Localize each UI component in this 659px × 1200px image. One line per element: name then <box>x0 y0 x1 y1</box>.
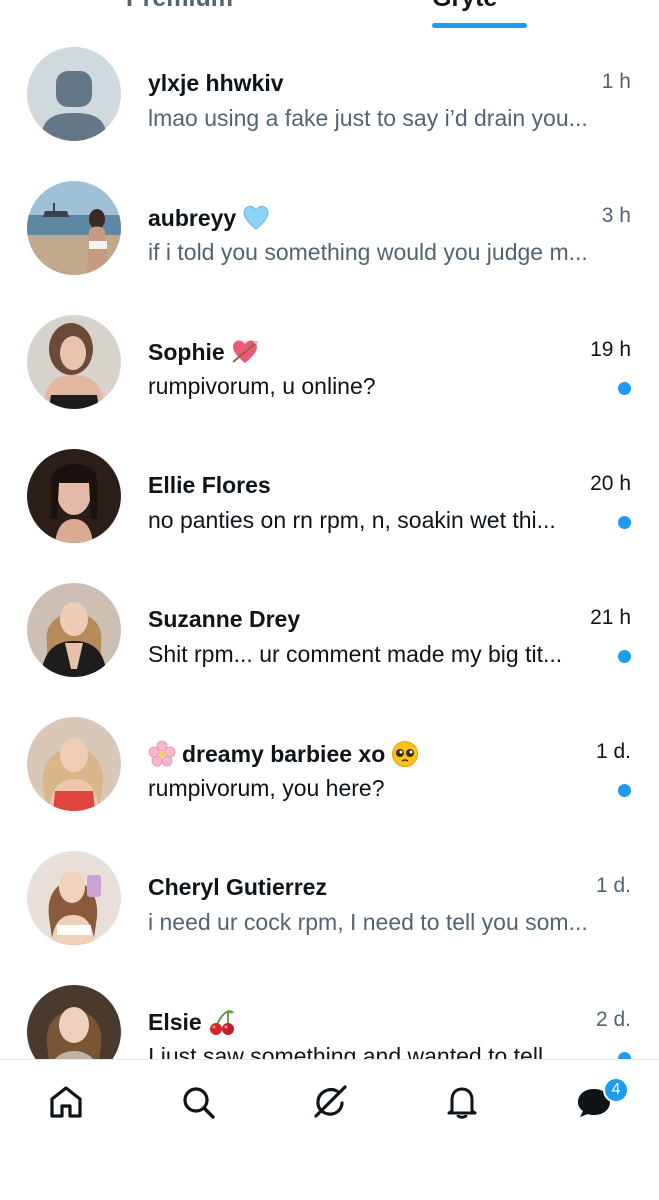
conversation-time: 1 h <box>601 70 631 93</box>
name-text: Elsie <box>148 1008 202 1035</box>
conversation-preview: Shit rpm... ur comment made my big tit..… <box>148 641 563 667</box>
name-text: ylxje hhwkiv <box>148 70 284 96</box>
conversation-name: aubreyy <box>148 204 270 232</box>
conversation-name: Sophie <box>148 338 259 366</box>
avatar[interactable] <box>27 315 121 409</box>
heart-with-arrow-icon <box>232 340 258 363</box>
tab-premium[interactable]: Premium <box>126 0 233 13</box>
name-text: Sophie <box>148 338 225 365</box>
name-text: aubreyy <box>148 204 237 231</box>
conversation-preview: lmao using a fake just to say i’d drain … <box>148 105 588 131</box>
conversation-name: Elsie <box>148 1008 236 1036</box>
conversation-name: Suzanne Drey <box>148 606 300 633</box>
conversation-name: ylxje hhwkiv <box>148 70 284 97</box>
unread-dot <box>618 784 631 797</box>
blue-heart-icon <box>243 205 269 230</box>
name-text: Suzanne Drey <box>148 606 301 632</box>
conversation-time: 1 d. <box>595 740 631 763</box>
pleading-face-icon <box>392 741 419 767</box>
grok-icon[interactable] <box>310 1082 350 1122</box>
avatar[interactable] <box>27 449 121 543</box>
messages-badge: 4 <box>603 1077 629 1103</box>
unread-dot <box>618 382 631 395</box>
top-tabs: Premium Gryte <box>0 0 659 30</box>
conversation-preview: rumpivorum, u online? <box>148 373 376 399</box>
avatar[interactable] <box>27 47 121 141</box>
avatar[interactable] <box>27 851 121 945</box>
conversation-preview: i need ur cock rpm, I need to tell you s… <box>148 909 588 935</box>
conversation-preview: rumpivorum, you here? <box>148 775 385 801</box>
tab-gryte[interactable]: Gryte <box>432 0 497 13</box>
unread-dot <box>618 516 631 529</box>
avatar[interactable] <box>27 583 121 677</box>
home-icon[interactable] <box>46 1082 86 1122</box>
avatar[interactable] <box>27 717 121 811</box>
conversation-preview: no panties on rn rpm, n, soakin wet thi.… <box>148 507 556 533</box>
name-text: dreamy barbiee xo <box>182 740 386 767</box>
conversation-time: 20 h <box>590 472 631 495</box>
conversation-time: 1 d. <box>595 874 631 897</box>
conversation-time: 21 h <box>590 606 631 629</box>
conversation-time: 3 h <box>601 204 631 227</box>
name-text: Ellie Flores <box>148 472 271 498</box>
conversation-name: dreamy barbiee xo <box>148 740 419 768</box>
notifications-icon[interactable] <box>442 1082 482 1122</box>
conversation-name: Ellie Flores <box>148 472 271 499</box>
conversation-name: Cheryl Gutierrez <box>148 874 327 901</box>
avatar[interactable] <box>27 181 121 275</box>
active-tab-indicator <box>432 23 527 28</box>
conversation-time: 2 d. <box>595 1008 631 1031</box>
name-text: Cheryl Gutierrez <box>148 874 327 900</box>
cherries-icon <box>209 1010 234 1035</box>
conversation-preview: if i told you something would you judge … <box>148 239 588 265</box>
cherry-blossom-icon <box>148 740 176 767</box>
conversation-time: 19 h <box>590 338 631 361</box>
bottom-nav <box>0 1060 659 1200</box>
unread-dot <box>618 650 631 663</box>
search-icon[interactable] <box>178 1082 218 1122</box>
